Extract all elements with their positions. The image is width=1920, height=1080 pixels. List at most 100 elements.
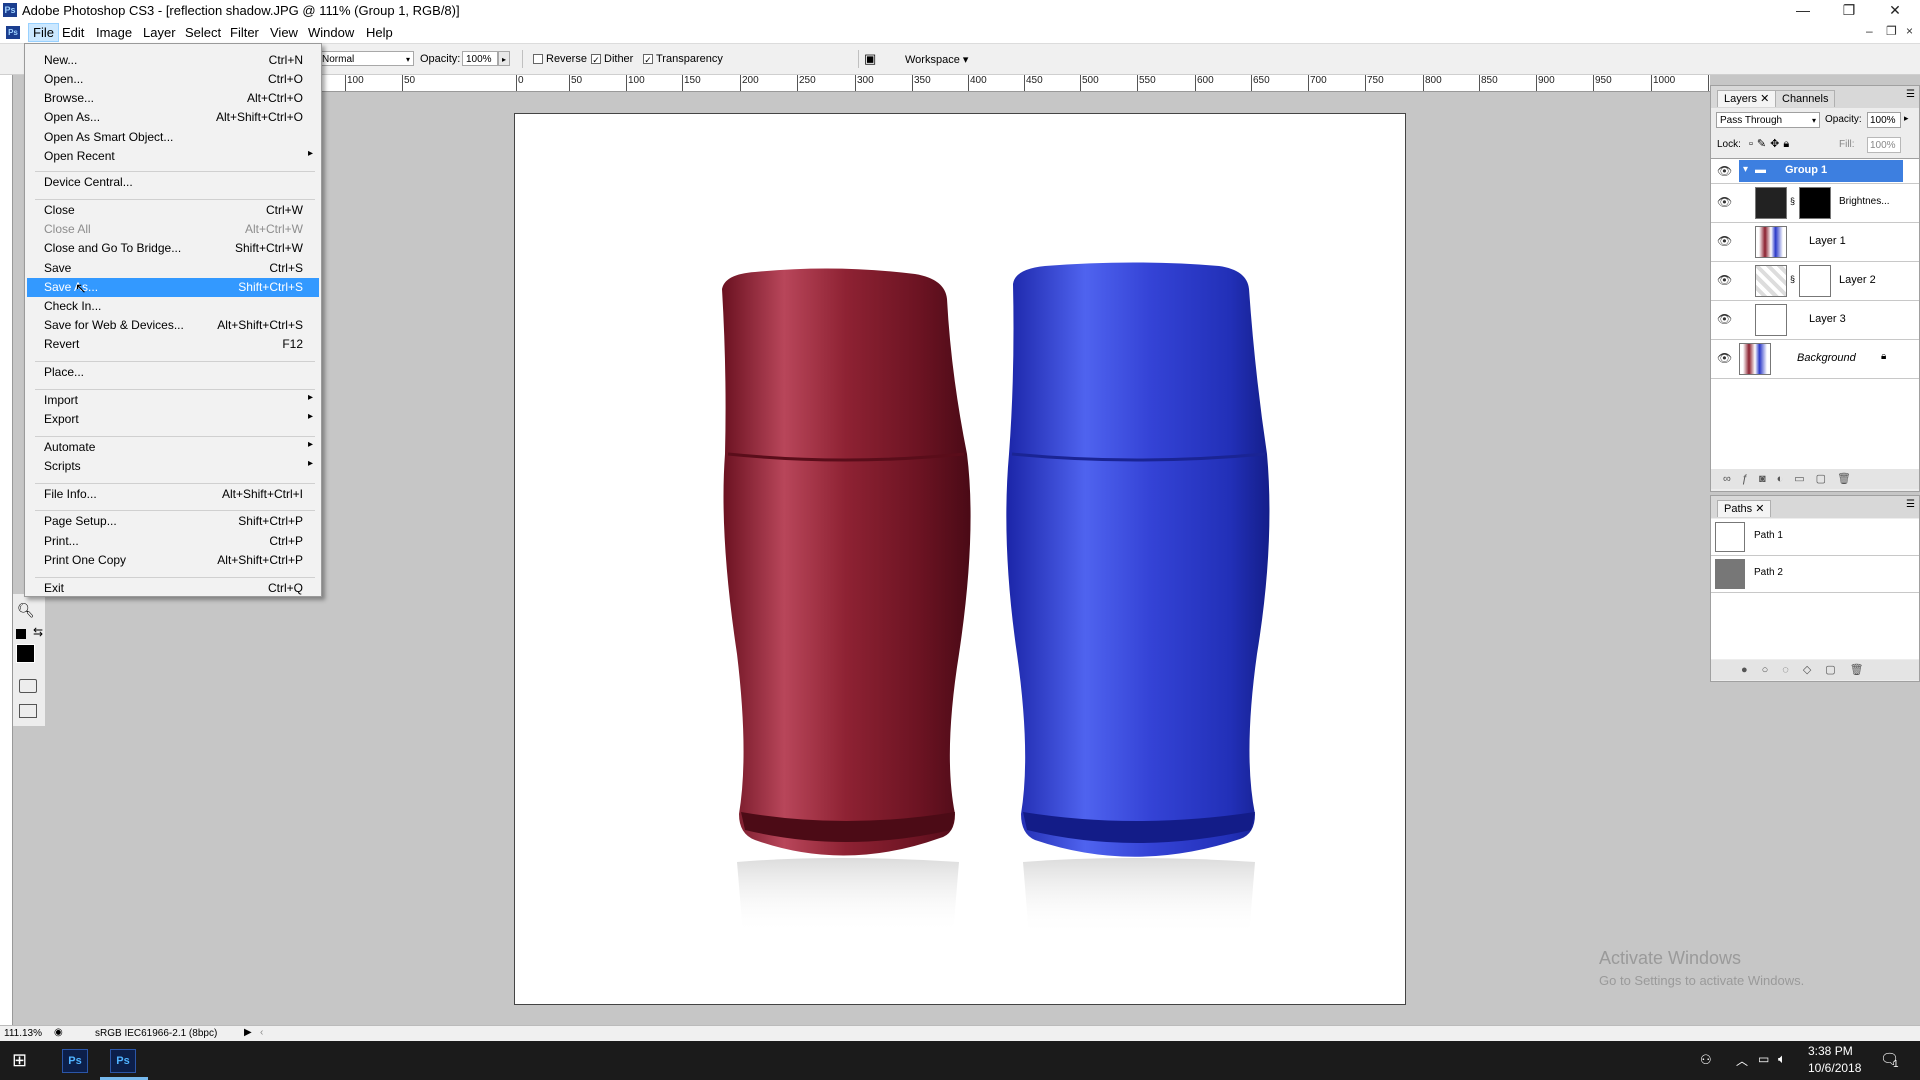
- workspace-button[interactable]: Workspace ▾: [905, 53, 968, 66]
- file-menu-item-close-all[interactable]: Close All Alt+Ctrl+W: [27, 220, 319, 239]
- file-menu-item-save-as[interactable]: Save As... Shift+Ctrl+S: [27, 278, 319, 297]
- file-menu-item-open-as-smart-object[interactable]: Open As Smart Object...: [27, 128, 319, 147]
- file-menu-item-automate[interactable]: Automate ▸: [27, 438, 319, 457]
- doc-close-button[interactable]: ×: [1906, 24, 1913, 38]
- eye-icon[interactable]: 👁︎: [1717, 196, 1733, 208]
- file-menu-item-new[interactable]: New... Ctrl+N: [27, 51, 319, 70]
- dither-checkbox[interactable]: ✓: [591, 54, 601, 65]
- menu-item-label: Open...: [44, 72, 84, 86]
- layer-row-background[interactable]: 👁︎ Background 🔒︎: [1711, 340, 1919, 379]
- reverse-checkbox[interactable]: [533, 54, 543, 64]
- zoom-tool-icon[interactable]: 🔍︎: [17, 602, 35, 619]
- zoom-level[interactable]: 111.13%: [4, 1028, 42, 1039]
- maximize-button[interactable]: ❐: [1826, 0, 1872, 22]
- fill-input[interactable]: 100%: [1867, 137, 1901, 153]
- mode-select[interactable]: Normal ▾: [318, 51, 414, 66]
- menu-file[interactable]: File: [28, 23, 59, 42]
- eye-icon[interactable]: 👁︎: [1717, 274, 1733, 286]
- menu-view[interactable]: View: [266, 25, 302, 40]
- file-menu-item-print[interactable]: Print... Ctrl+P: [27, 532, 319, 551]
- file-menu-item-print-one-copy[interactable]: Print One Copy Alt+Shift+Ctrl+P: [27, 551, 319, 570]
- menu-image[interactable]: Image: [92, 25, 136, 40]
- opacity-arrow-icon[interactable]: ▸: [1904, 113, 1909, 124]
- panel-menu-icon[interactable]: ☰: [1906, 499, 1915, 510]
- file-menu-item-open[interactable]: Open... Ctrl+O: [27, 70, 319, 89]
- layer-row-layer-3[interactable]: 👁︎ Layer 3: [1711, 301, 1919, 340]
- eye-icon[interactable]: 👁︎: [1717, 352, 1733, 364]
- clock-date[interactable]: 10/6/2018: [1808, 1061, 1861, 1075]
- scroll-left-icon[interactable]: ‹: [260, 1027, 263, 1038]
- file-menu-item-file-info[interactable]: File Info... Alt+Shift+Ctrl+I: [27, 485, 319, 504]
- network-icon[interactable]: ▭: [1758, 1052, 1769, 1066]
- volume-icon[interactable]: 🔈︎: [1778, 1051, 1786, 1067]
- tab-layers[interactable]: Layers ✕: [1717, 90, 1777, 107]
- eye-icon[interactable]: 👁︎: [1717, 313, 1733, 325]
- clock-time[interactable]: 3:38 PM: [1808, 1044, 1853, 1058]
- paths-footer-buttons[interactable]: ●○◌◇▢🗑︎: [1711, 660, 1919, 680]
- eye-icon[interactable]: 👁︎: [1717, 165, 1733, 177]
- menu-filter[interactable]: Filter: [226, 25, 263, 40]
- taskbar-photoshop-active-icon[interactable]: Ps: [110, 1049, 136, 1073]
- tab-paths[interactable]: Paths ✕: [1717, 500, 1772, 517]
- layer-opacity-input[interactable]: 100%: [1867, 112, 1901, 128]
- status-menu-arrow-icon[interactable]: ▶: [244, 1027, 252, 1038]
- close-button[interactable]: ✕: [1872, 0, 1918, 22]
- menu-edit[interactable]: Edit: [58, 25, 88, 40]
- layer-row-brightness[interactable]: 👁︎ § Brightnes...: [1711, 184, 1919, 223]
- people-icon[interactable]: ⚇: [1700, 1052, 1712, 1068]
- panel-menu-icon[interactable]: ☰: [1906, 89, 1915, 100]
- layer-row-layer-1[interactable]: 👁︎ Layer 1: [1711, 223, 1919, 262]
- file-menu-item-save-for-web-devices[interactable]: Save for Web & Devices... Alt+Shift+Ctrl+…: [27, 316, 319, 335]
- document-canvas[interactable]: [514, 113, 1406, 1005]
- doc-minimize-button[interactable]: –: [1866, 24, 1873, 38]
- menu-layer[interactable]: Layer: [139, 25, 180, 40]
- layer-row-group-1[interactable]: 👁︎ ▾ ▬ Group 1: [1711, 159, 1919, 184]
- file-menu-item-revert[interactable]: Revert F12: [27, 335, 319, 354]
- taskbar-photoshop-icon[interactable]: Ps: [62, 1049, 88, 1073]
- menu-help[interactable]: Help: [362, 25, 397, 40]
- tab-channels[interactable]: Channels: [1775, 90, 1836, 107]
- layers-footer-buttons[interactable]: ∞ƒ◙◐▭▢🗑︎: [1711, 469, 1919, 489]
- menu-item-shortcut: Ctrl+Q: [267, 581, 303, 595]
- file-menu-item-close[interactable]: Close Ctrl+W: [27, 201, 319, 220]
- file-menu-item-save[interactable]: Save Ctrl+S: [27, 259, 319, 278]
- app-menu-icon[interactable]: Ps: [6, 26, 20, 39]
- menu-window[interactable]: Window: [304, 25, 358, 40]
- file-menu-item-open-as[interactable]: Open As... Alt+Shift+Ctrl+O: [27, 108, 319, 127]
- path-row-1[interactable]: Path 1: [1711, 519, 1919, 556]
- layer-thumbnail: [1739, 343, 1771, 375]
- blend-mode-select[interactable]: Pass Through ▾: [1716, 112, 1820, 128]
- quick-mask-icon[interactable]: [19, 679, 37, 693]
- menu-select[interactable]: Select: [181, 25, 225, 40]
- file-menu-item-browse[interactable]: Browse... Alt+Ctrl+O: [27, 89, 319, 108]
- file-menu-item-export[interactable]: Export ▸: [27, 410, 319, 429]
- transparency-checkbox[interactable]: ✓: [643, 54, 653, 65]
- file-menu-item-device-central[interactable]: Device Central...: [27, 173, 319, 192]
- lock-icons[interactable]: ▫✎✥🔒︎: [1749, 137, 1793, 151]
- eye-icon[interactable]: 👁︎: [1717, 235, 1733, 247]
- preview-icon[interactable]: ◉: [54, 1027, 63, 1038]
- path-row-2[interactable]: Path 2: [1711, 556, 1919, 593]
- file-menu-item-place[interactable]: Place...: [27, 363, 319, 382]
- default-colors-icon[interactable]: [16, 629, 26, 639]
- minimize-button[interactable]: —: [1780, 0, 1826, 22]
- foreground-color-swatch[interactable]: [16, 644, 35, 663]
- file-menu-item-page-setup[interactable]: Page Setup... Shift+Ctrl+P: [27, 512, 319, 531]
- file-menu-item-exit[interactable]: Exit Ctrl+Q: [27, 579, 319, 598]
- expand-triangle-icon[interactable]: ▾: [1743, 164, 1748, 175]
- opacity-slider-arrow-icon[interactable]: ▸: [498, 51, 510, 66]
- windows-start-icon[interactable]: ⊞: [12, 1050, 27, 1071]
- layer-row-layer-2[interactable]: 👁︎ § Layer 2: [1711, 262, 1919, 301]
- file-menu-item-open-recent[interactable]: Open Recent ▸: [27, 147, 319, 166]
- file-menu-item-check-in[interactable]: Check In...: [27, 297, 319, 316]
- file-menu-item-close-and-go-to-bridge[interactable]: Close and Go To Bridge... Shift+Ctrl+W: [27, 239, 319, 258]
- opacity-input[interactable]: 100%: [462, 51, 498, 66]
- file-menu-item-scripts[interactable]: Scripts ▸: [27, 457, 319, 476]
- screen-mode-icon[interactable]: [19, 704, 37, 718]
- file-menu-item-import[interactable]: Import ▸: [27, 391, 319, 410]
- ruler-tick: [1651, 75, 1652, 91]
- swap-colors-icon[interactable]: ⇆: [33, 625, 43, 639]
- doc-restore-button[interactable]: ❐: [1886, 24, 1897, 38]
- palette-well-icon[interactable]: ▣: [864, 51, 884, 67]
- show-hidden-icons-icon[interactable]: ︿: [1736, 1052, 1748, 1069]
